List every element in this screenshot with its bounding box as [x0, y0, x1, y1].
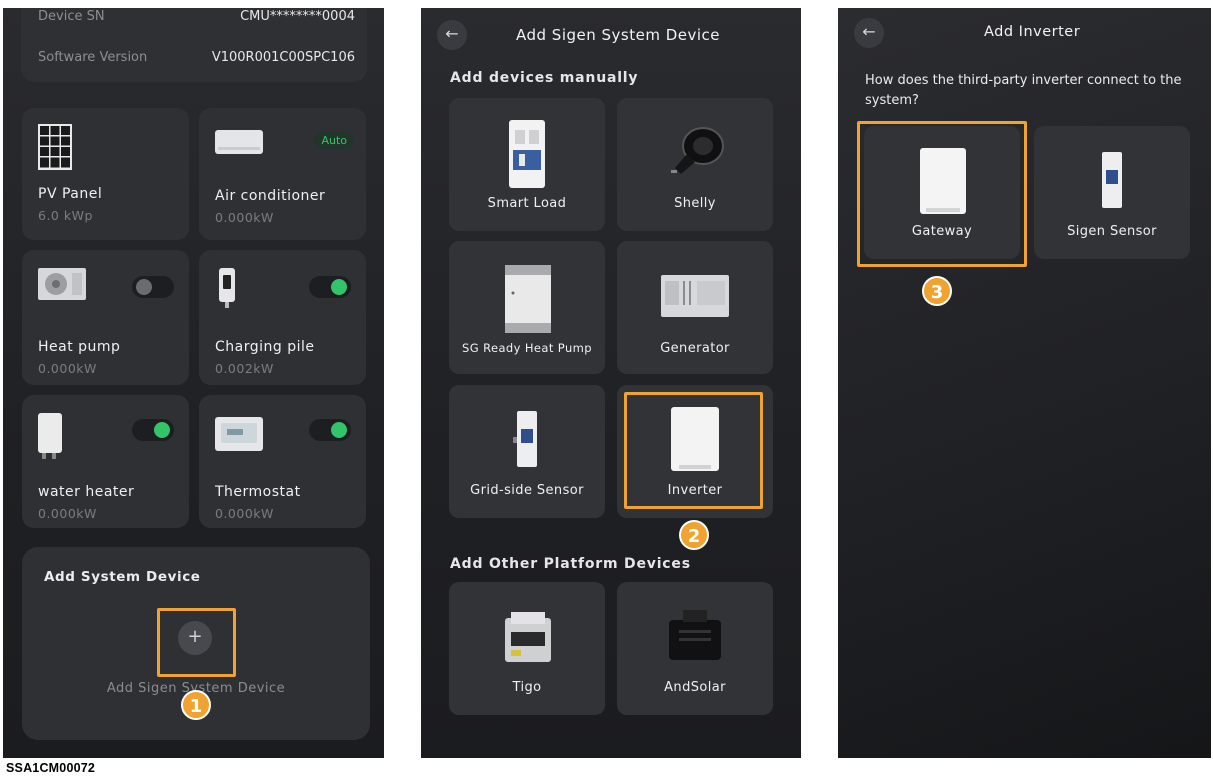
tile-label: Sigen Sensor	[1067, 224, 1157, 239]
tile-label: Grid-side Sensor	[470, 483, 584, 498]
screen-device-list: Device SN CMU********0004 Software Versi…	[3, 8, 384, 758]
device-value: 0.000kW	[38, 506, 97, 521]
thermostat-toggle[interactable]	[309, 419, 351, 441]
device-card-charging-pile[interactable]: Charging pile 0.002kW	[199, 250, 366, 385]
tile-label: Smart Load	[487, 196, 567, 211]
device-value: 0.000kW	[215, 506, 274, 521]
device-sn-label: Device SN	[38, 9, 105, 24]
step-badge-3: 3	[922, 276, 952, 306]
device-value: 6.0 kWp	[38, 208, 93, 223]
page-title: Add Inverter	[984, 24, 1081, 40]
andsolar-icon	[669, 610, 721, 660]
step-highlight-3	[857, 121, 1027, 267]
pv-panel-icon	[38, 124, 72, 170]
screen-add-sigen-device: ← Add Sigen System Device Add devices ma…	[421, 8, 801, 758]
connection-question: How does the third-party inverter connec…	[865, 73, 1182, 108]
device-value: 0.002kW	[215, 361, 274, 376]
tigo-icon	[505, 612, 551, 662]
tile-shelly[interactable]: Shelly	[617, 98, 773, 231]
tile-generator[interactable]: Generator	[617, 241, 773, 374]
device-card-pv-panel[interactable]: PV Panel 6.0 kWp	[22, 108, 189, 240]
software-version-row: Software Version V100R001C00SPC106	[38, 50, 355, 65]
manual-section-title: Add devices manually	[450, 70, 639, 86]
device-name: Thermostat	[215, 484, 301, 500]
step-highlight-1	[157, 608, 236, 677]
device-card-water-heater[interactable]: water heater 0.000kW	[22, 395, 189, 528]
tile-grid-side-sensor[interactable]: Grid-side Sensor	[449, 385, 605, 518]
section-title: Add System Device	[44, 569, 201, 585]
page-title: Add Sigen System Device	[516, 26, 721, 44]
water-heater-toggle[interactable]	[132, 419, 174, 441]
screen-add-inverter: ← Add Inverter How does the third-party …	[838, 8, 1211, 758]
device-name: water heater	[38, 484, 135, 500]
figure-caption: SSA1CM00072	[6, 761, 96, 775]
back-arrow-icon[interactable]: ←	[854, 18, 884, 48]
software-version-label: Software Version	[38, 50, 148, 65]
device-sn-value: CMU********0004	[240, 9, 355, 24]
device-sn-row: Device SN CMU********0004	[38, 9, 355, 24]
device-name: Air conditioner	[215, 188, 326, 204]
heat-pump-toggle[interactable]	[132, 276, 174, 298]
tile-label: Shelly	[674, 196, 716, 211]
step-badge-1: 1	[181, 690, 211, 720]
tile-label: SG Ready Heat Pump	[462, 341, 592, 355]
tile-label: AndSolar	[664, 680, 726, 695]
auto-badge[interactable]: Auto	[314, 132, 354, 149]
tile-label: Generator	[660, 341, 730, 356]
tile-smart-load[interactable]: Smart Load	[449, 98, 605, 231]
step-badge-2: 2	[679, 520, 709, 550]
device-name: PV Panel	[38, 186, 103, 202]
generator-icon	[661, 275, 729, 317]
charging-pile-toggle[interactable]	[309, 276, 351, 298]
charging-pile-icon	[219, 268, 235, 308]
tile-tigo[interactable]: Tigo	[449, 582, 605, 715]
sg-ready-heat-pump-icon	[505, 265, 551, 333]
device-info-card: Device SN CMU********0004 Software Versi…	[21, 8, 367, 82]
option-sigen-sensor[interactable]: Sigen Sensor	[1034, 126, 1190, 259]
device-value: 0.000kW	[215, 210, 274, 225]
heat-pump-icon	[38, 268, 86, 300]
tile-sg-ready-heat-pump[interactable]: SG Ready Heat Pump	[449, 241, 605, 374]
tile-label: Tigo	[512, 680, 542, 695]
sigen-sensor-icon	[1102, 152, 1122, 208]
step-highlight-2	[624, 392, 763, 509]
tile-andsolar[interactable]: AndSolar	[617, 582, 773, 715]
other-section-title: Add Other Platform Devices	[450, 556, 691, 572]
device-card-air-conditioner[interactable]: Auto Air conditioner 0.000kW	[199, 108, 366, 240]
air-conditioner-icon	[215, 130, 263, 154]
software-version-value: V100R001C00SPC106	[211, 50, 355, 65]
device-card-thermostat[interactable]: Thermostat 0.000kW	[199, 395, 366, 528]
shelly-icon	[671, 127, 724, 174]
grid-side-sensor-icon	[513, 411, 537, 467]
water-heater-icon	[38, 413, 62, 459]
device-card-heat-pump[interactable]: Heat pump 0.000kW	[22, 250, 189, 385]
device-value: 0.000kW	[38, 361, 97, 376]
back-arrow-icon[interactable]: ←	[437, 20, 467, 50]
smart-load-icon	[509, 120, 545, 188]
device-name: Heat pump	[38, 339, 121, 355]
thermostat-icon	[215, 417, 263, 451]
device-name: Charging pile	[215, 339, 315, 355]
